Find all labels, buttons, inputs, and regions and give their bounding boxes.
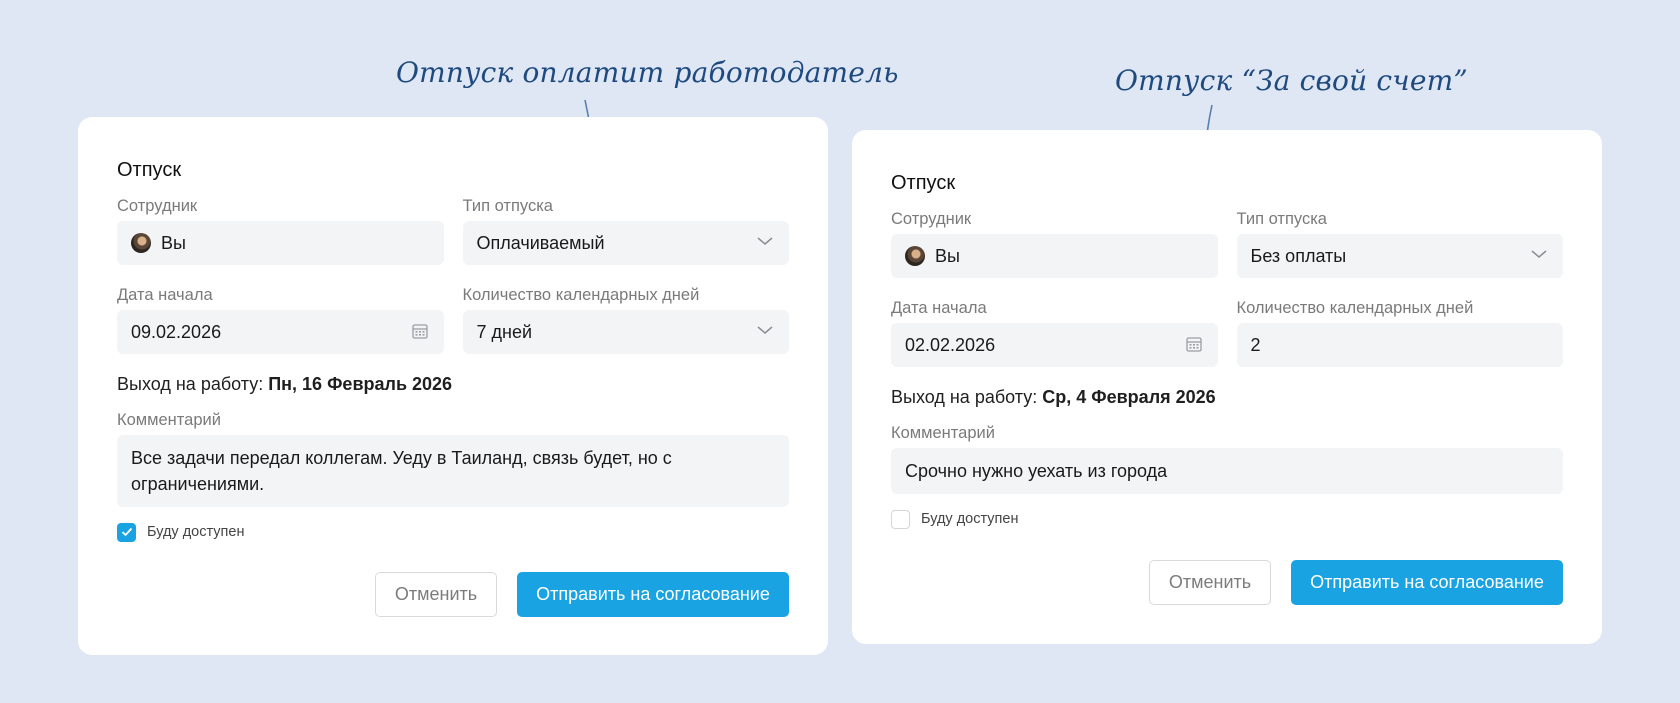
leave-type-value: Без оплаты (1250, 245, 1347, 266)
cancel-button[interactable]: Отменить (375, 572, 497, 617)
start-date-input[interactable]: 02.02.2026 (891, 323, 1218, 367)
avatar (131, 233, 151, 253)
cancel-button[interactable]: Отменить (1149, 560, 1271, 605)
days-count-select[interactable]: 7 дней (462, 310, 789, 354)
return-prefix: Выход на работу: (117, 374, 264, 394)
leave-form-paid: Отпуск Сотрудник Вы Тип отпуска Оплачива… (78, 117, 828, 655)
calendar-icon[interactable] (411, 323, 428, 339)
available-checkbox[interactable] (891, 509, 910, 529)
form-title: Отпуск (891, 172, 956, 194)
leave-form-unpaid: Отпуск Сотрудник Вы Тип отпуска Без опла… (852, 130, 1602, 644)
days-count-label: Количество календарных дней (1236, 299, 1474, 317)
leave-type-select[interactable]: Без оплаты (1236, 234, 1563, 278)
submit-for-approval-button[interactable]: Отправить на согласование (517, 572, 789, 617)
employee-label: Сотрудник (117, 197, 198, 215)
leave-type-select[interactable]: Оплачиваемый (462, 221, 789, 265)
comment-label: Комментарий (117, 411, 221, 429)
return-date: Пн, 16 Февраль 2026 (268, 374, 453, 394)
return-prefix: Выход на работу: (891, 387, 1038, 407)
return-to-work: Выход на работу: Ср, 4 Февраля 2026 (891, 384, 1563, 410)
submit-for-approval-button[interactable]: Отправить на согласование (1291, 560, 1563, 605)
calendar-icon[interactable] (1185, 336, 1202, 352)
chevron-down-icon (1531, 250, 1547, 258)
employee-field[interactable]: Вы (891, 234, 1218, 278)
comment-field[interactable]: Все задачи передал коллегам. Уеду в Таил… (117, 435, 789, 507)
annotation-unpaid-leave: Отпуск “За свой счет” (1115, 64, 1468, 97)
return-date: Ср, 4 Февраля 2026 (1042, 387, 1216, 407)
comment-field[interactable]: Срочно нужно уехать из города (891, 448, 1563, 494)
comment-label: Комментарий (891, 424, 995, 442)
leave-type-value: Оплачиваемый (476, 232, 605, 253)
leave-type-label: Тип отпуска (462, 197, 553, 215)
available-toggle[interactable]: Буду доступен (891, 509, 1563, 529)
available-toggle[interactable]: Буду доступен (117, 522, 789, 542)
start-date-value: 02.02.2026 (905, 334, 996, 355)
annotation-paid-leave: Отпуск оплатит работодатель (396, 56, 899, 89)
start-date-value: 09.02.2026 (131, 321, 222, 342)
checkmark-icon (121, 527, 132, 537)
avatar (905, 246, 925, 266)
return-to-work: Выход на работу: Пн, 16 Февраль 2026 (117, 371, 789, 397)
start-date-label: Дата начала (117, 286, 213, 304)
employee-field[interactable]: Вы (117, 221, 444, 265)
chevron-down-icon (757, 326, 773, 334)
days-count-label: Количество календарных дней (462, 286, 700, 304)
start-date-input[interactable]: 09.02.2026 (117, 310, 444, 354)
days-count-input[interactable]: 2 (1236, 323, 1563, 367)
available-checkbox[interactable] (117, 522, 136, 542)
available-label: Буду доступен (921, 511, 1019, 527)
employee-value: Вы (161, 232, 186, 253)
days-count-value: 2 (1250, 334, 1261, 355)
available-label: Буду доступен (147, 524, 245, 540)
chevron-down-icon (757, 237, 773, 245)
employee-label: Сотрудник (891, 210, 972, 228)
start-date-label: Дата начала (891, 299, 987, 317)
days-count-value: 7 дней (476, 321, 533, 342)
employee-value: Вы (935, 245, 960, 266)
leave-type-label: Тип отпуска (1236, 210, 1327, 228)
form-title: Отпуск (117, 159, 182, 181)
